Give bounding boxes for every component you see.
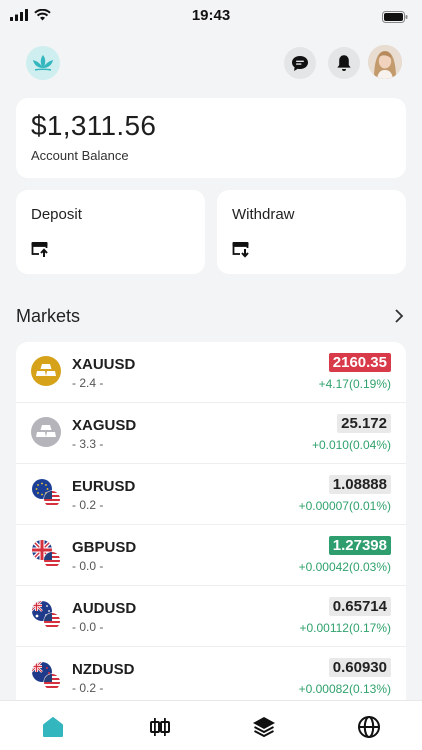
market-row-xauusd[interactable]: XAUUSD - 2.4 - 2160.35 +4.17(0.19%) — [16, 342, 406, 403]
market-change: +0.00007(0.01%) — [298, 499, 391, 513]
status-bar: 19:43 — [0, 0, 422, 34]
withdraw-button[interactable]: Withdraw — [217, 190, 406, 274]
candlestick-icon — [150, 718, 170, 736]
silver-bars-icon — [31, 417, 61, 447]
deposit-icon — [31, 242, 49, 258]
eu-us-flag-icon — [32, 479, 61, 508]
market-row-gbpusd[interactable]: GBPUSD - 0.0 - 1.27398 +0.00042(0.03%) — [16, 525, 406, 586]
balance-card: $1,311.56 Account Balance — [16, 98, 406, 178]
app-header — [16, 44, 406, 84]
chat-icon — [292, 55, 308, 71]
tab-home[interactable] — [39, 713, 67, 741]
market-row-audusd[interactable]: AUDUSD - 0.0 - 0.65714 +0.00112(0.17%) — [16, 586, 406, 647]
globe-icon — [358, 716, 380, 738]
market-change: +0.00112(0.17%) — [299, 621, 391, 635]
tab-layers[interactable] — [250, 713, 278, 741]
notifications-button[interactable] — [328, 47, 360, 79]
market-change: +0.00042(0.03%) — [298, 560, 391, 574]
market-price: 1.08888 — [328, 475, 391, 494]
withdraw-icon — [232, 242, 250, 258]
market-price: 25.172 — [337, 414, 391, 433]
tab-trade[interactable] — [145, 713, 173, 741]
market-row-xagusd[interactable]: XAGUSD - 3.3 - 25.172 +0.010(0.04%) — [16, 403, 406, 464]
chevron-right-icon[interactable] — [394, 308, 404, 324]
battery-icon — [382, 11, 408, 23]
market-price: 1.27398 — [328, 536, 391, 555]
markets-list: XAUUSD - 2.4 - 2160.35 +4.17(0.19%) XAGU… — [16, 342, 406, 702]
account-balance-amount: $1,311.56 — [31, 110, 157, 141]
market-row-eurusd[interactable]: EURUSD - 0.2 - 1.08888 +0.00007(0.01%) — [16, 464, 406, 525]
bottom-tab-bar — [0, 700, 422, 750]
market-spread: - 0.0 - — [72, 559, 104, 573]
battery-indicator — [382, 10, 408, 28]
market-spread: - 0.2 - — [72, 681, 104, 695]
lotus-logo-icon — [33, 55, 53, 71]
market-symbol: XAGUSD — [72, 417, 137, 434]
au-us-flag-icon — [32, 601, 61, 630]
market-price: 0.60930 — [328, 658, 391, 677]
chat-button[interactable] — [284, 47, 316, 79]
status-time: 19:43 — [191, 7, 231, 24]
home-icon — [43, 717, 63, 737]
market-change: +0.00082(0.13%) — [298, 682, 391, 696]
user-avatar[interactable] — [368, 45, 402, 79]
withdraw-label: Withdraw — [232, 206, 295, 223]
bell-icon — [337, 55, 351, 71]
market-symbol: GBPUSD — [72, 539, 137, 556]
profile-photo-icon — [368, 45, 402, 79]
nz-us-flag-icon — [32, 662, 61, 691]
markets-title: Markets — [16, 306, 81, 326]
gold-bars-icon — [31, 356, 61, 386]
layers-icon — [253, 717, 275, 738]
market-symbol: AUDUSD — [72, 600, 137, 617]
market-spread: - 3.3 - — [72, 437, 104, 451]
market-change: +0.010(0.04%) — [311, 438, 391, 452]
market-spread: - 2.4 - — [72, 376, 104, 390]
market-price: 2160.35 — [328, 353, 391, 372]
market-row-nzdusd[interactable]: NZDUSD - 0.2 - 0.60930 +0.00082(0.13%) — [16, 647, 406, 702]
market-symbol: XAUUSD — [72, 356, 136, 373]
market-price: 0.65714 — [328, 597, 391, 616]
market-symbol: EURUSD — [72, 478, 136, 495]
app-logo — [26, 46, 60, 80]
market-change: +4.17(0.19%) — [318, 377, 391, 391]
market-spread: - 0.2 - — [72, 498, 104, 512]
market-symbol: NZDUSD — [72, 661, 135, 678]
deposit-button[interactable]: Deposit — [16, 190, 205, 274]
uk-us-flag-icon — [32, 540, 61, 569]
market-spread: - 0.0 - — [72, 620, 104, 634]
deposit-label: Deposit — [31, 206, 82, 223]
tab-globe[interactable] — [355, 713, 383, 741]
account-balance-label: Account Balance — [31, 148, 129, 163]
